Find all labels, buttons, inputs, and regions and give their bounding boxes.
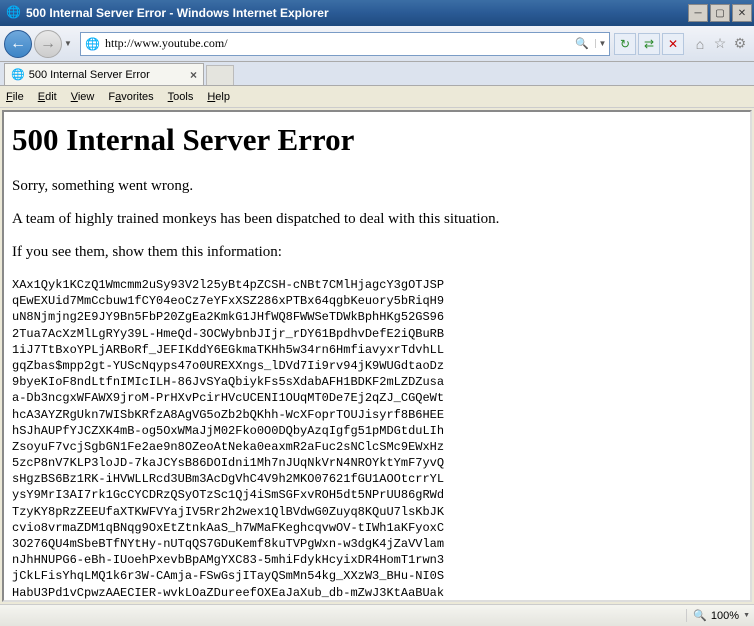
address-bar[interactable]: 🌐 http://www.youtube.com/ 🔍 ▼ (80, 32, 610, 56)
favorites-icon[interactable]: ☆ (710, 34, 730, 54)
page-content: 500 Internal Server Error Sorry, somethi… (2, 110, 752, 602)
error-p3: If you see them, show them this informat… (12, 244, 742, 261)
window-title: 500 Internal Server Error - Windows Inte… (26, 6, 688, 20)
menu-edit[interactable]: Edit (38, 91, 57, 103)
tools-icon[interactable]: ⚙ (730, 34, 750, 54)
maximize-button[interactable]: ▢ (710, 4, 730, 22)
zoom-value: 100% (711, 610, 739, 622)
menu-help[interactable]: Help (207, 91, 230, 103)
search-icon[interactable]: 🔍 (575, 37, 591, 50)
tab-site-icon: 🌐 (11, 68, 25, 81)
ie-logo-icon: 🌐 (6, 5, 22, 21)
compat-button[interactable]: ⇄ (638, 33, 660, 55)
home-icon[interactable]: ⌂ (690, 34, 710, 54)
address-url[interactable]: http://www.youtube.com/ (105, 36, 571, 51)
minimize-button[interactable]: ─ (688, 4, 708, 22)
stop-button[interactable]: ✕ (662, 33, 684, 55)
close-button[interactable]: ✕ (732, 4, 752, 22)
new-tab-button[interactable] (206, 65, 234, 85)
forward-button[interactable]: → (34, 30, 62, 58)
menu-tools[interactable]: Tools (168, 91, 194, 103)
tab-close-icon[interactable]: × (190, 68, 197, 82)
menu-view[interactable]: View (71, 91, 95, 103)
error-p2: A team of highly trained monkeys has bee… (12, 211, 742, 228)
zoom-icon: 🔍 (693, 609, 707, 622)
error-heading: 500 Internal Server Error (12, 122, 742, 158)
menu-favorites[interactable]: Favorites (108, 91, 153, 103)
tab-title: 500 Internal Server Error (29, 69, 150, 81)
error-p1: Sorry, something went wrong. (12, 178, 742, 195)
nav-history-dropdown[interactable]: ▼ (64, 39, 76, 48)
refresh-button[interactable]: ↻ (614, 33, 636, 55)
address-dropdown[interactable]: ▼ (595, 39, 609, 48)
menu-file[interactable]: File (6, 91, 24, 103)
back-button[interactable]: ← (4, 30, 32, 58)
zoom-control[interactable]: 🔍 100% ▼ (686, 609, 750, 622)
error-trace: XAx1Qyk1KCzQ1Wmcmm2uSy93V2l25yBt4pZCSH-c… (12, 277, 742, 601)
zoom-dropdown-icon[interactable]: ▼ (743, 612, 750, 619)
tab-active[interactable]: 🌐 500 Internal Server Error × (4, 63, 204, 85)
site-icon: 🌐 (85, 37, 101, 51)
